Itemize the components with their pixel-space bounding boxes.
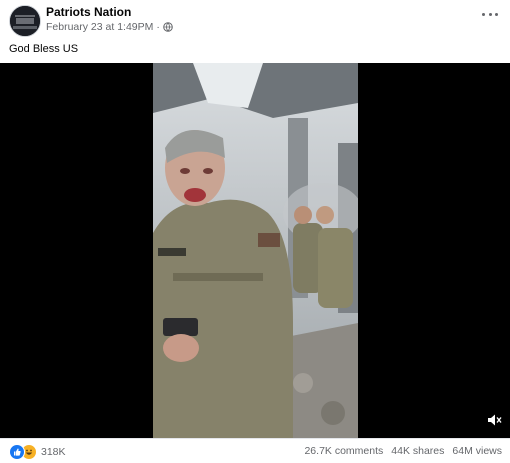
comments-count[interactable]: 26.7K comments xyxy=(304,445,383,457)
video-thumbnail xyxy=(153,63,358,438)
post-meta: February 23 at 1:49PM · xyxy=(46,21,173,33)
reactions-summary[interactable]: 318K xyxy=(9,444,66,460)
post-timestamp[interactable]: February 23 at 1:49PM xyxy=(46,21,153,33)
facebook-post: Patriots Nation February 23 at 1:49PM · … xyxy=(0,0,510,462)
reaction-count: 318K xyxy=(41,446,66,458)
more-options-icon[interactable] xyxy=(482,10,498,18)
video-frame xyxy=(153,63,358,438)
globe-icon[interactable] xyxy=(163,22,173,32)
page-logo-icon xyxy=(10,6,40,36)
meta-separator: · xyxy=(156,21,160,33)
page-name[interactable]: Patriots Nation xyxy=(46,5,131,19)
post-footer: 318K 26.7K comments 44K shares 64M views xyxy=(0,438,510,463)
speaker-muted-icon[interactable] xyxy=(486,412,502,428)
views-count: 64M views xyxy=(452,445,502,457)
page-avatar[interactable] xyxy=(9,5,41,37)
video-player[interactable] xyxy=(0,63,510,438)
shares-count[interactable]: 44K shares xyxy=(391,445,444,457)
post-caption: God Bless US xyxy=(9,43,79,55)
like-icon xyxy=(9,444,25,460)
post-stats: 26.7K comments 44K shares 64M views xyxy=(304,445,502,457)
